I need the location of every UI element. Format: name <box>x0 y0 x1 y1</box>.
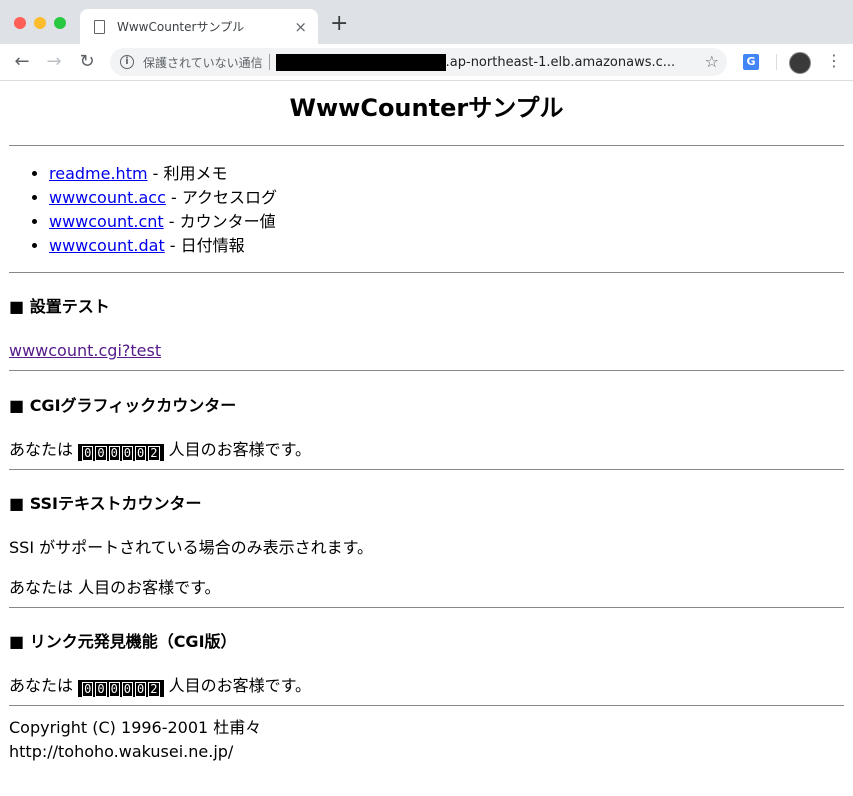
close-tab-icon[interactable]: × <box>294 18 307 36</box>
divider <box>9 607 844 608</box>
browser-tab[interactable]: WwwCounterサンプル × <box>80 9 318 44</box>
close-window-button[interactable] <box>14 17 26 29</box>
cgi-counter-line: あなたは 000002 人目のお客様です。 <box>9 438 844 462</box>
bookmark-star-icon[interactable]: ☆ <box>705 52 719 71</box>
new-tab-button[interactable]: + <box>330 13 348 35</box>
counter-image: 000002 <box>78 444 164 461</box>
counter-prefix: あなたは <box>9 676 79 695</box>
test-cgi-link[interactable]: wwwcount.cgi?test <box>9 341 161 360</box>
page-title: WwwCounterサンプル <box>289 94 564 122</box>
list-item: readme.htm - 利用メモ <box>49 162 844 186</box>
counter-digit: 0 <box>108 446 120 461</box>
redacted-url-part <box>275 53 446 71</box>
setup-test-link-row: wwwcount.cgi?test <box>9 339 844 363</box>
info-icon[interactable]: i <box>120 55 134 69</box>
counter-digit: 0 <box>82 446 94 461</box>
file-desc: - 日付情報 <box>164 236 245 255</box>
security-status[interactable]: 保護されていない通信 <box>143 54 263 71</box>
back-arrow-icon[interactable]: ← <box>11 51 33 72</box>
divider <box>9 272 844 273</box>
referer-counter-line: あなたは 000002 人目のお客様です。 <box>9 674 844 698</box>
setup-test-heading: ■ 設置テスト <box>9 297 110 316</box>
file-list: readme.htm - 利用メモ wwwcount.acc - アクセスログ … <box>9 162 844 258</box>
forward-arrow-icon[interactable]: → <box>43 51 65 72</box>
counter-digit: 0 <box>95 446 107 461</box>
divider <box>9 370 844 371</box>
file-link[interactable]: wwwcount.cnt <box>49 212 164 231</box>
counter-digit: 0 <box>121 682 134 697</box>
kebab-menu-icon[interactable]: ⋮ <box>826 51 842 70</box>
file-desc: - アクセスログ <box>165 188 278 207</box>
counter-suffix: 人目のお客様です。 <box>163 676 311 695</box>
list-item: wwwcount.dat - 日付情報 <box>49 234 844 258</box>
file-desc: - 利用メモ <box>147 164 228 183</box>
counter-digit: 0 <box>95 682 107 697</box>
tab-title: WwwCounterサンプル <box>117 20 245 34</box>
file-link[interactable]: wwwcount.acc <box>49 188 166 207</box>
profile-avatar[interactable] <box>789 52 811 74</box>
maximize-window-button[interactable] <box>54 17 66 29</box>
document-icon <box>94 19 105 34</box>
window-controls <box>14 17 66 29</box>
list-item: wwwcount.acc - アクセスログ <box>49 186 844 210</box>
ssi-note: SSI がサポートされている場合のみ表示されます。 <box>9 538 374 557</box>
browser-toolbar: ← → ↻ i 保護されていない通信 .ap-northeast-1.elb.a… <box>0 44 853 81</box>
counter-digit: 0 <box>121 446 134 461</box>
page-content: WwwCounterサンプル readme.htm - 利用メモ wwwcoun… <box>0 90 853 764</box>
counter-digit: 0 <box>135 682 147 697</box>
browser-tabstrip: WwwCounterサンプル × + <box>0 0 853 44</box>
divider <box>9 469 844 470</box>
omnibox-divider <box>268 54 270 70</box>
divider <box>9 705 844 706</box>
referer-heading: ■ リンク元発見機能（CGI版） <box>9 632 237 651</box>
reload-icon[interactable]: ↻ <box>76 51 98 72</box>
counter-image: 000002 <box>78 680 164 697</box>
site-url-text: http://tohoho.wakusei.ne.jp/ <box>9 742 234 761</box>
copyright-text: Copyright (C) 1996-2001 杜甫々 <box>9 718 262 737</box>
minimize-window-button[interactable] <box>34 17 46 29</box>
url-text[interactable]: .ap-northeast-1.elb.amazonaws.c... <box>446 55 686 70</box>
file-link[interactable]: wwwcount.dat <box>49 236 165 255</box>
ssi-counter-heading: ■ SSIテキストカウンター <box>9 494 202 513</box>
counter-digit: 2 <box>148 446 160 461</box>
ssi-counter-line: あなたは 人目のお客様です。 <box>9 578 221 597</box>
counter-digit: 0 <box>135 446 147 461</box>
counter-suffix: 人目のお客様です。 <box>163 440 311 459</box>
address-bar[interactable]: i 保護されていない通信 .ap-northeast-1.elb.amazona… <box>110 48 727 76</box>
counter-digit: 0 <box>82 682 94 697</box>
counter-digit: 2 <box>148 682 160 697</box>
list-item: wwwcount.cnt - カウンター値 <box>49 210 844 234</box>
counter-digit: 0 <box>108 682 120 697</box>
cgi-counter-heading: ■ CGIグラフィックカウンター <box>9 396 237 415</box>
toolbar-divider <box>776 54 777 70</box>
counter-prefix: あなたは <box>9 440 79 459</box>
file-desc: - カウンター値 <box>163 212 276 231</box>
translate-extension-icon[interactable]: G <box>743 54 759 70</box>
footer: Copyright (C) 1996-2001 杜甫々 http://tohoh… <box>9 716 844 764</box>
file-link[interactable]: readme.htm <box>49 164 148 183</box>
divider <box>9 145 844 146</box>
